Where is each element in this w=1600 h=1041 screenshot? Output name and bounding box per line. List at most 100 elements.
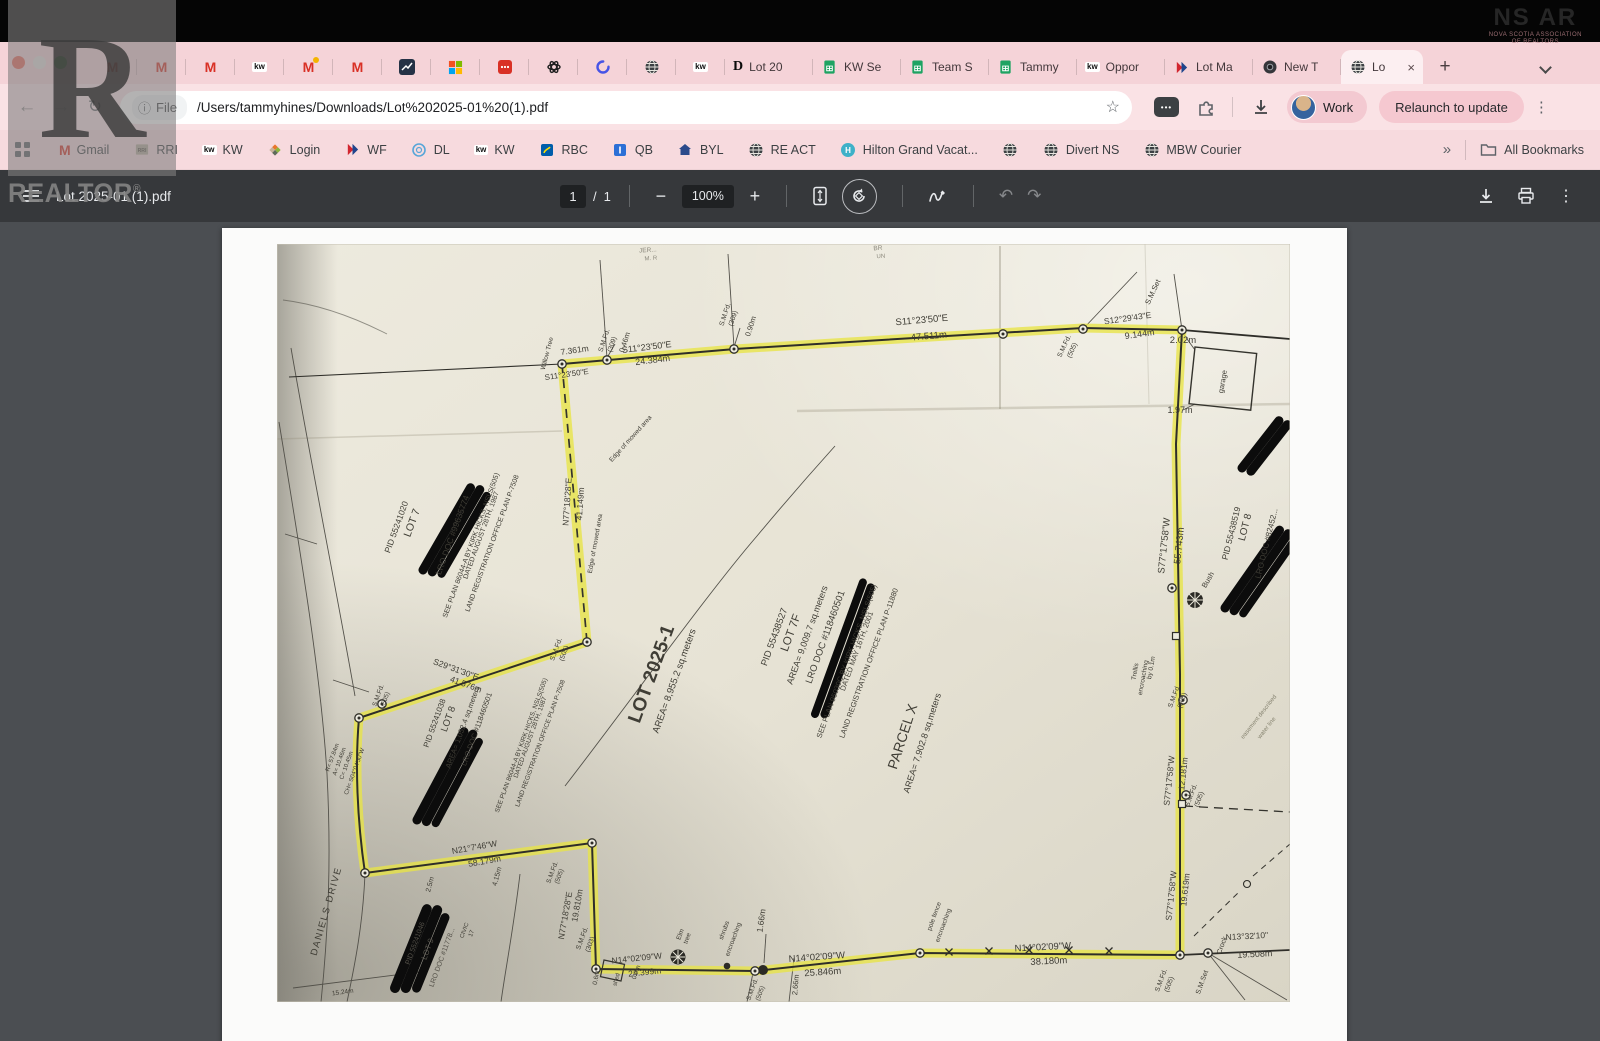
close-window-button[interactable] [12, 56, 25, 69]
pdf-divider [902, 185, 903, 207]
tab-new-t[interactable]: New T [1253, 50, 1341, 84]
pdf-menu-kebab-icon[interactable]: ⋮ [1550, 186, 1582, 206]
bookmark-re-act[interactable]: RE ACT [748, 141, 816, 158]
bookmark-rri[interactable]: RRIRRI [133, 141, 178, 158]
tab-label: New T [1284, 60, 1318, 74]
minimize-window-button[interactable] [33, 56, 46, 69]
toolbar-divider [1232, 97, 1233, 117]
all-bookmarks-button[interactable]: All Bookmarks [1480, 142, 1584, 157]
pinned-tab-gmail[interactable]: M [137, 50, 186, 84]
page-number-input[interactable]: 1 [560, 185, 586, 208]
tab-lot-ma[interactable]: Lot Ma [1165, 50, 1253, 84]
bookmark-dl[interactable]: DL [411, 141, 450, 158]
file-scheme-chip[interactable]: ⓘ File [132, 95, 187, 120]
tab-close-icon[interactable]: × [1407, 60, 1415, 75]
survey-plan-image: JER...M. RBRUNWillow Tree7.361mS11°23'50… [277, 244, 1290, 1002]
extensions-puzzle-icon[interactable] [1197, 98, 1216, 117]
pinned-tab-chart[interactable] [382, 50, 431, 84]
bookmark-hilton-grand-vacat-[interactable]: HHilton Grand Vacat... [840, 141, 978, 158]
relaunch-to-update-button[interactable]: Relaunch to update [1379, 91, 1524, 123]
bookmark-label: QB [635, 143, 653, 157]
tab-search-chevron-icon[interactable] [1539, 61, 1552, 74]
profile-label: Work [1323, 100, 1353, 115]
pdf-divider [629, 185, 630, 207]
tab-lot-20[interactable]: D Lot 20 [725, 50, 813, 84]
redo-button[interactable]: ↷ [1027, 186, 1041, 206]
bookmark-label: RBC [562, 143, 588, 157]
pdf-menu-hamburger-icon[interactable] [22, 189, 40, 203]
bookmark-kw[interactable]: kwKW [474, 143, 515, 157]
bookmark-label: Hilton Grand Vacat... [863, 143, 978, 157]
svg-text:JER...: JER... [639, 246, 657, 254]
tab-label: Tammy [1020, 60, 1059, 74]
pinned-tab-kw[interactable]: kw [235, 50, 284, 84]
tab-oppor[interactable]: kwOppor [1077, 50, 1165, 84]
pinned-tab-kw[interactable]: kw [676, 50, 725, 84]
password-manager-icon[interactable]: ••• [1154, 97, 1179, 117]
pdf-download-button[interactable] [1477, 187, 1495, 205]
rotate-focus-ring [842, 179, 877, 214]
bookmark-kw[interactable]: kwKW [202, 143, 243, 157]
bookmark-byl[interactable]: BYL [677, 141, 724, 158]
pinned-tab-gmail-badge[interactable]: M [284, 50, 333, 84]
gmail-icon: M [107, 59, 119, 75]
pdf-title: Lot 2025-01 (1).pdf [56, 189, 171, 204]
annotate-draw-button[interactable] [928, 188, 948, 204]
pdf-print-button[interactable] [1517, 187, 1535, 205]
undo-button[interactable]: ↶ [999, 186, 1013, 206]
zoom-window-button[interactable] [54, 56, 67, 69]
pinned-tab-gpt[interactable] [529, 50, 578, 84]
zoom-in-button[interactable]: + [742, 186, 768, 207]
bookmark-divert-ns[interactable]: Divert NS [1043, 141, 1119, 158]
tab-label: Lot 20 [749, 60, 782, 74]
forward-button[interactable]: → [44, 96, 78, 118]
bookmark-gmail[interactable]: MGmail [59, 142, 109, 158]
back-button[interactable]: ← [10, 96, 44, 118]
reload-button[interactable]: ↻ [78, 97, 112, 117]
pinned-tab-gmail[interactable]: M [88, 50, 137, 84]
bookmark-label: RE ACT [771, 143, 816, 157]
profile-chip[interactable]: Work [1287, 91, 1367, 123]
pdf-canvas[interactable]: JER...M. RBRUNWillow Tree7.361mS11°23'50… [0, 222, 1600, 1041]
downloads-icon[interactable] [1251, 97, 1271, 117]
address-bar[interactable]: ⓘ File /Users/tammyhines/Downloads/Lot%2… [120, 91, 1132, 124]
bookmark-label: KW [223, 143, 243, 157]
fit-to-page-button[interactable] [812, 186, 828, 206]
all-bookmarks-label: All Bookmarks [1504, 143, 1584, 157]
rotate-page-button[interactable] [842, 179, 877, 214]
svg-text:BR: BR [873, 245, 883, 253]
page-total: 1 [604, 189, 611, 204]
pinned-tab-reddots[interactable] [480, 50, 529, 84]
tab-kw-se[interactable]: KW Se [813, 50, 901, 84]
zoom-out-button[interactable]: − [648, 186, 674, 207]
pdf-center-controls: 1 / 1 − 100% + ↶ ↷ [560, 179, 1048, 214]
globe-icon [1143, 141, 1160, 158]
pinned-tab-swirl[interactable] [578, 50, 627, 84]
bookmarks-bar: MGmail RRIRRI kwKW Login WF DL kwKW RBC QB BYL RE … [0, 130, 1600, 170]
gmail-icon: M [59, 142, 71, 158]
bookmark-rbc[interactable]: RBC [539, 141, 588, 158]
tab-bar: MMMkwMMkw DLot 20KW SeTeam STammykwOppor… [0, 42, 1600, 84]
d-logo-icon: D [733, 59, 743, 75]
bookmark-wf[interactable]: WF [344, 141, 386, 158]
bookmark-star-icon[interactable]: ☆ [1106, 97, 1120, 117]
svg-text:19.508m: 19.508m [1237, 948, 1273, 960]
svg-text:RRI: RRI [137, 148, 146, 154]
apps-grid-icon[interactable] [14, 141, 31, 158]
pinned-tab-gmail[interactable]: M [333, 50, 382, 84]
tab-team-s[interactable]: Team S [901, 50, 989, 84]
bookmark-mbw-courier[interactable]: MBW Courier [1143, 141, 1241, 158]
bookmark-login[interactable]: Login [267, 141, 321, 158]
pinned-tab-gmail[interactable]: M [186, 50, 235, 84]
pinned-tab-globe[interactable] [627, 50, 676, 84]
pinned-tab-ms[interactable] [431, 50, 480, 84]
new-tab-button[interactable]: + [1431, 53, 1459, 81]
tab-lo[interactable]: Lo× [1341, 50, 1423, 84]
bookmark-qb[interactable]: QB [612, 141, 653, 158]
zoom-level-input[interactable]: 100% [682, 185, 734, 208]
tab-tammy[interactable]: Tammy [989, 50, 1077, 84]
bookmarks-overflow-chevron[interactable]: » [1429, 141, 1465, 158]
browser-menu-kebab-icon[interactable]: ⋮ [1534, 98, 1549, 116]
bookmark-globe[interactable] [1002, 141, 1019, 158]
bookmarks-divider [1465, 140, 1466, 160]
